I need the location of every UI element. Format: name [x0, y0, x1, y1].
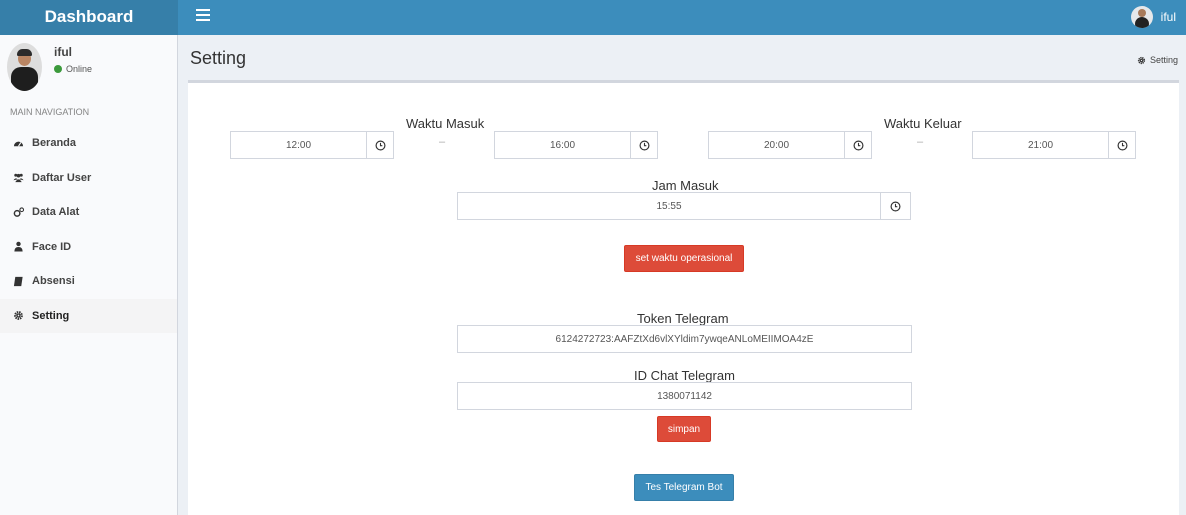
avatar: [1130, 6, 1153, 28]
gear-icon: [1137, 56, 1146, 64]
menu-toggle-icon[interactable]: [196, 9, 210, 25]
waktu-masuk-label: Waktu Masuk: [406, 116, 485, 131]
online-status-icon: [54, 65, 62, 73]
brand-logo[interactable]: Dashboard: [0, 0, 178, 35]
user-menu[interactable]: iful: [1130, 6, 1176, 28]
user-menu-name: iful: [1160, 10, 1176, 24]
id-chat-telegram-input[interactable]: 1380071142: [457, 382, 912, 410]
nav-heading: MAIN NAVIGATION: [10, 107, 90, 117]
sidebar-item-beranda[interactable]: Beranda: [0, 126, 177, 161]
sidebar-item-label: Beranda: [32, 137, 77, 150]
range-separator: –: [917, 136, 924, 148]
breadcrumb-label: Setting: [1149, 55, 1178, 65]
range-separator: –: [439, 136, 446, 148]
sidebar-item-setting[interactable]: Setting: [0, 298, 177, 333]
sidebar-item-label: Absensi: [32, 275, 75, 288]
dashboard-icon: [13, 138, 24, 149]
sidebar: iful Online MAIN NAVIGATION Beranda Daft…: [0, 35, 178, 515]
clock-icon[interactable]: [844, 131, 872, 159]
waktu-masuk-start-input[interactable]: 12:00: [230, 131, 367, 159]
gear-icon: [13, 310, 24, 321]
sidebar-nav: Beranda Daftar User Data Alat Face ID Ab…: [0, 126, 177, 333]
user-status: Online: [54, 64, 92, 74]
clock-icon[interactable]: [880, 192, 911, 220]
cogs-icon: [13, 207, 24, 218]
user-avatar: [7, 43, 42, 91]
breadcrumb[interactable]: Setting: [1137, 55, 1178, 65]
jam-masuk-label: Jam Masuk: [652, 178, 719, 193]
test-telegram-bot-button[interactable]: Tes Telegram Bot: [634, 474, 734, 501]
sidebar-item-label: Daftar User: [32, 171, 92, 184]
sidebar-item-label: Data Alat: [32, 206, 80, 219]
content-header: Setting Setting: [178, 35, 1186, 80]
user-icon: [13, 241, 24, 252]
sidebar-item-label: Face ID: [32, 240, 72, 253]
waktu-keluar-start-input[interactable]: 20:00: [708, 131, 845, 159]
sidebar-item-label: Setting: [32, 309, 70, 322]
waktu-masuk-end-input[interactable]: 16:00: [494, 131, 631, 159]
sidebar-item-face-id[interactable]: Face ID: [0, 230, 177, 265]
jam-masuk-input[interactable]: 15:55: [457, 192, 881, 220]
id-chat-telegram-label: ID Chat Telegram: [634, 368, 735, 383]
user-status-label: Online: [66, 64, 93, 74]
save-button[interactable]: simpan: [657, 416, 711, 442]
clock-icon[interactable]: [366, 131, 394, 159]
sidebar-user-name: iful: [54, 45, 72, 59]
waktu-keluar-label: Waktu Keluar: [884, 116, 962, 131]
sidebar-item-daftar-user[interactable]: Daftar User: [0, 161, 177, 196]
clock-icon[interactable]: [630, 131, 658, 159]
clock-icon[interactable]: [1108, 131, 1136, 159]
sidebar-item-data-alat[interactable]: Data Alat: [0, 195, 177, 230]
book-icon: [13, 276, 24, 287]
top-navbar: Dashboard iful: [0, 0, 1186, 35]
set-waktu-operasional-button[interactable]: set waktu operasional: [624, 245, 744, 272]
page-title: Setting: [190, 48, 247, 68]
users-icon: [13, 172, 24, 183]
token-telegram-input[interactable]: 6124272723:AAFZtXd6vlXYldim7ywqeANLoMEII…: [457, 325, 912, 353]
waktu-keluar-end-input[interactable]: 21:00: [972, 131, 1109, 159]
sidebar-item-absensi[interactable]: Absensi: [0, 264, 177, 299]
token-telegram-label: Token Telegram: [637, 311, 729, 326]
